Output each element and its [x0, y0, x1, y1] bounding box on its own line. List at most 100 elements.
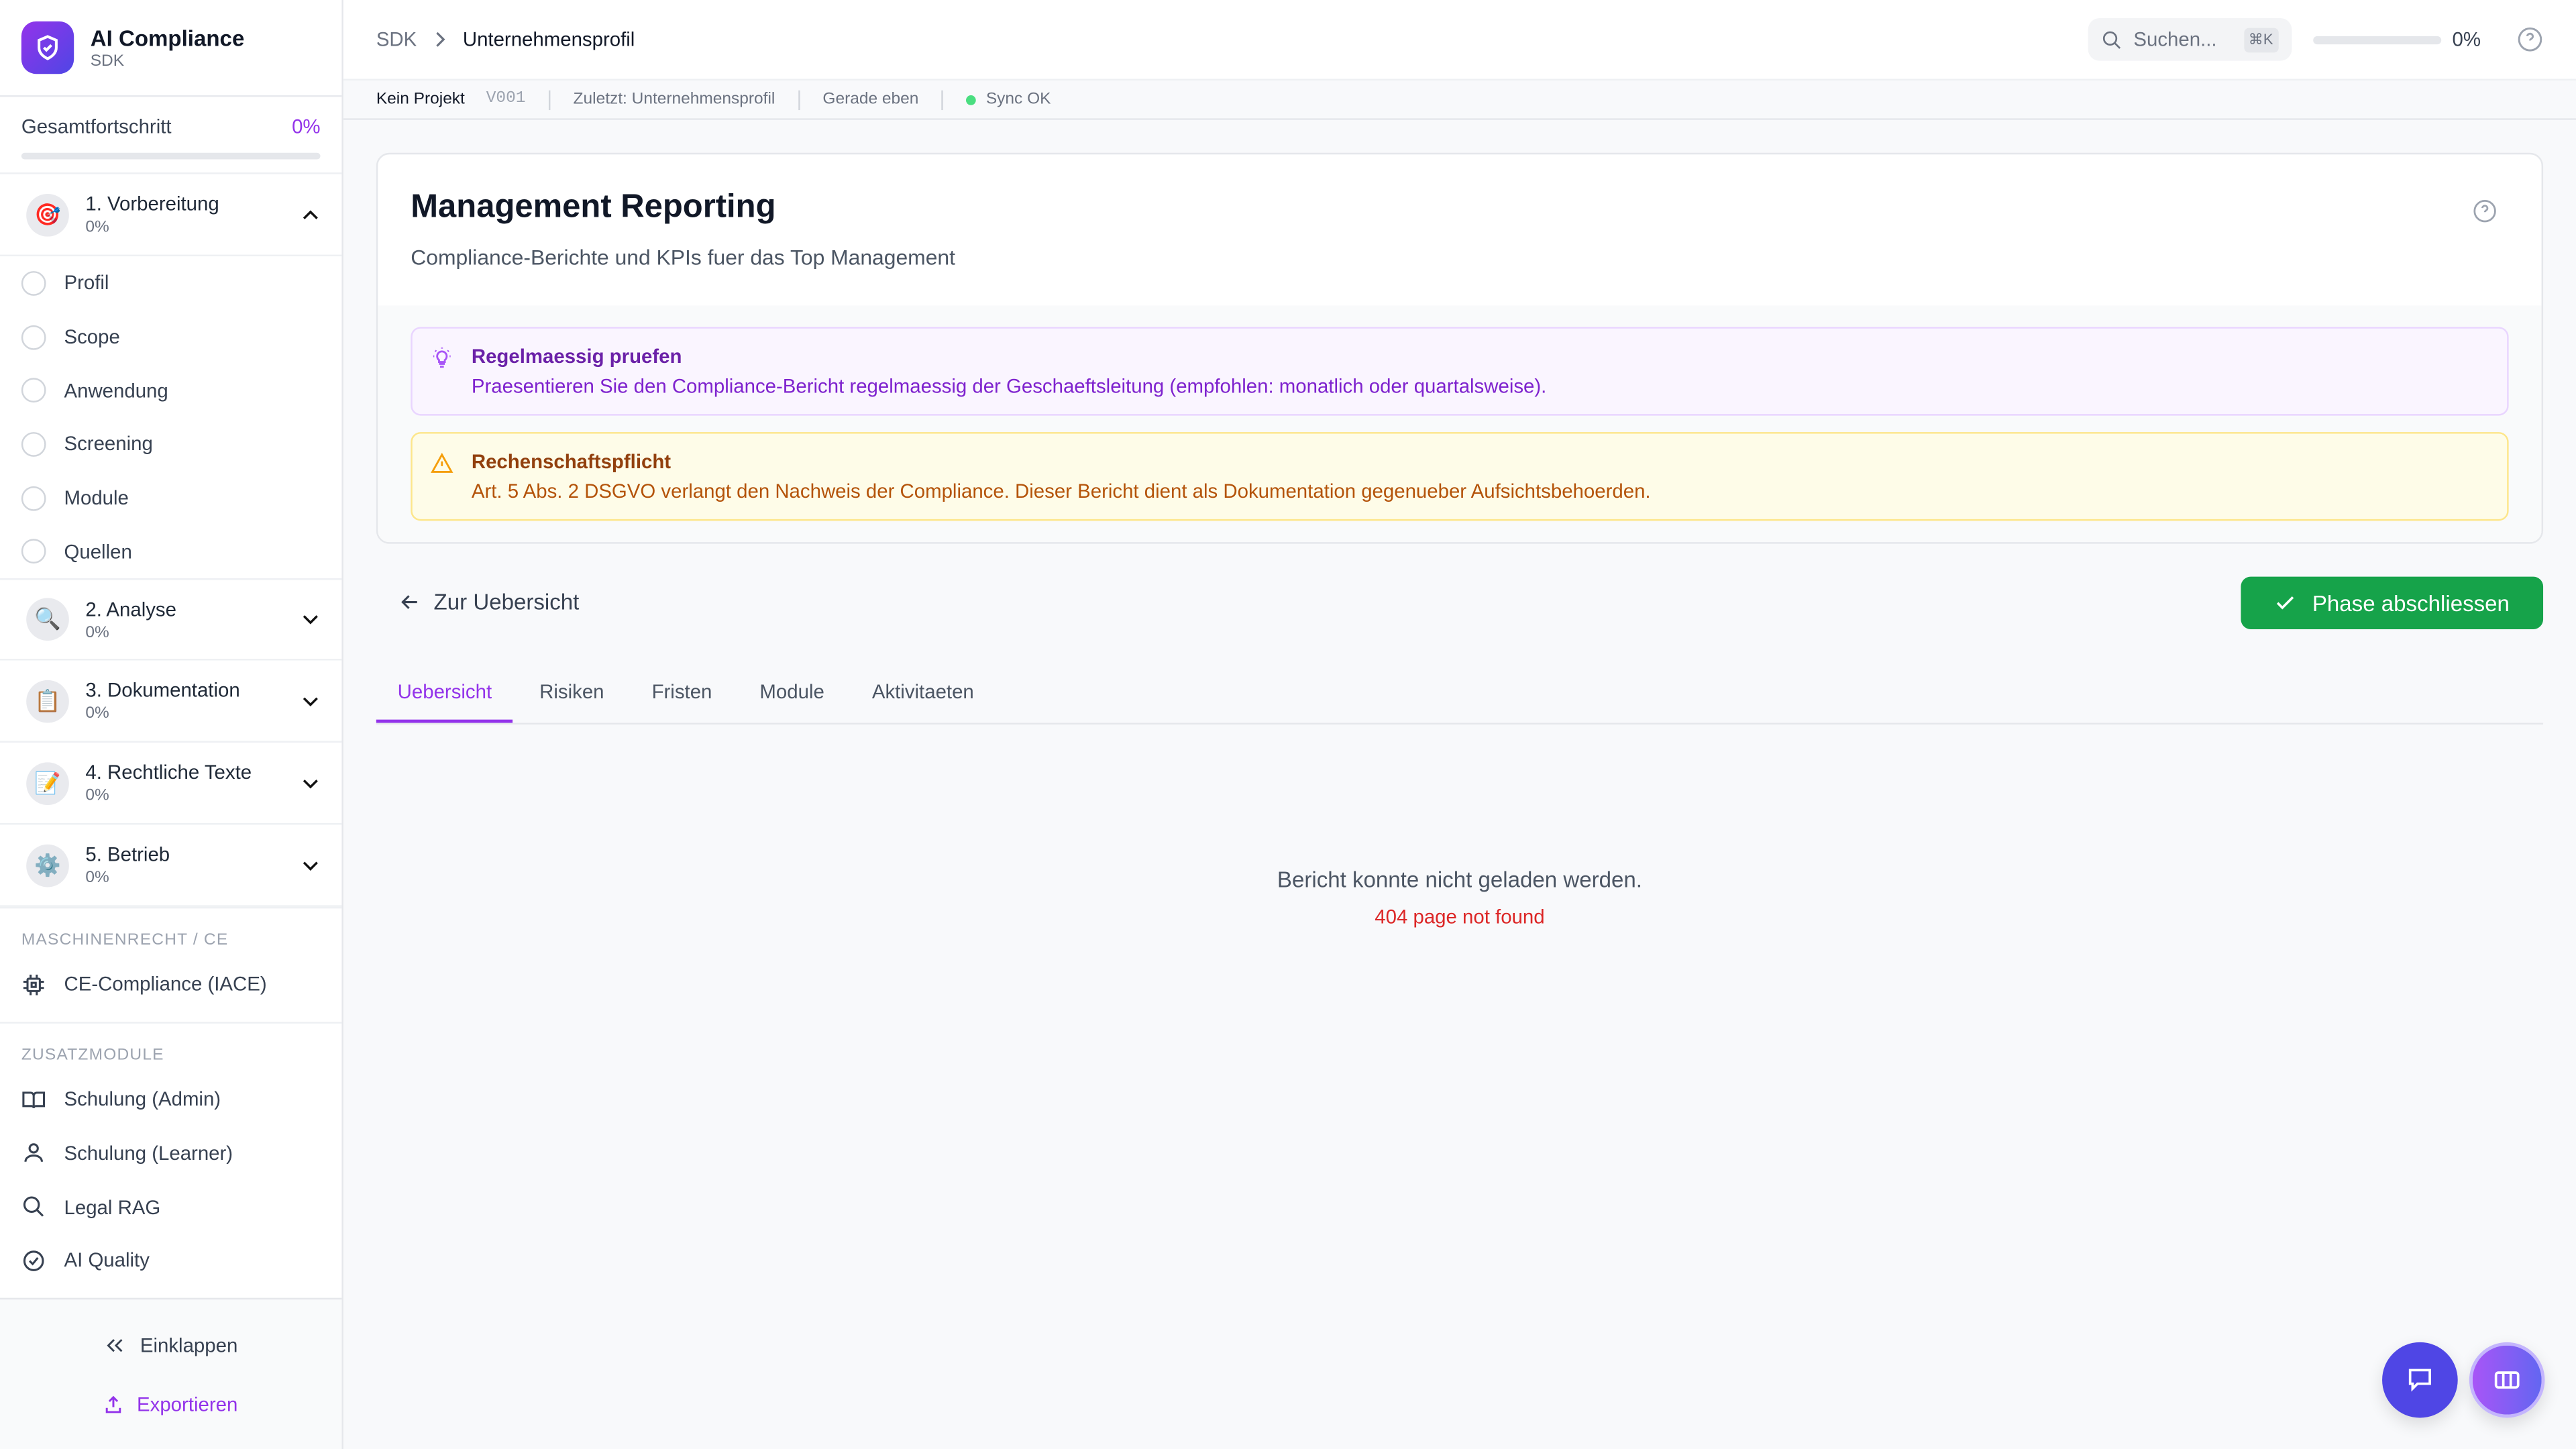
panel-toggle-button[interactable]: [2469, 1342, 2545, 1418]
last-saved: Gerade eben: [822, 90, 919, 109]
user-icon: [24, 1144, 43, 1163]
error-message: Bericht konnte nicht geladen werden.: [1277, 867, 1642, 892]
alert-title: Rechenschaftspflicht: [471, 450, 672, 474]
circle-icon: [21, 539, 46, 564]
header-progress-value: 0%: [2452, 28, 2481, 51]
last-step: Zuletzt: Unternehmensprofil: [573, 90, 775, 109]
divider: [548, 89, 551, 109]
phase-2[interactable]: 🔍 2. Analyse 0%: [0, 578, 342, 661]
arrow-left-icon: [401, 595, 417, 609]
search-input[interactable]: Suchen... ⌘K: [2087, 17, 2292, 61]
phase-pct: 0%: [85, 869, 109, 888]
back-to-overview-link[interactable]: Zur Uebersicht: [398, 590, 580, 614]
phase-4[interactable]: 📝 4. Rechtliche Texte 0%: [0, 743, 342, 825]
warning-alert: Rechenschaftspflicht Art. 5 Abs. 2 DSGVO…: [411, 432, 2509, 521]
sidebar-item-legal-rag[interactable]: Legal RAG: [0, 1180, 341, 1234]
columns-icon: [2494, 1371, 2520, 1389]
chevron-down-icon: [303, 779, 318, 788]
search-icon: [23, 1196, 44, 1217]
search-icon: [2102, 30, 2121, 48]
help-icon[interactable]: [2517, 26, 2543, 52]
tab-bar: Uebersicht Risiken Fristen Module Aktivitaet…: [376, 663, 2544, 725]
collapse-button[interactable]: Einklappen: [0, 1316, 341, 1375]
phase-label: 2. Analyse: [85, 597, 176, 621]
page-header-card: Management Reporting Compliance-Berichte…: [376, 152, 2544, 544]
step-screening[interactable]: Screening: [0, 417, 341, 471]
breadcrumb-root[interactable]: SDK: [376, 28, 417, 51]
section-addons: ZUSATZMODULE: [0, 1021, 342, 1073]
status-bar: Kein Projekt V001 Zuletzt: Unternehmensp…: [343, 80, 2576, 120]
step-label: Screening: [64, 433, 153, 456]
alert-body: Art. 5 Abs. 2 DSGVO verlangt den Nachwei…: [471, 480, 1651, 503]
gear-icon: ⚙️: [26, 843, 69, 887]
step-module[interactable]: Module: [0, 471, 341, 525]
shortcut-badge: ⌘K: [2243, 27, 2278, 52]
chat-bubble-icon: [2408, 1368, 2431, 1392]
app-title: AI Compliance: [90, 25, 245, 50]
chevron-down-icon: [303, 696, 318, 706]
progress-value: 0%: [292, 115, 321, 138]
shield-check-icon: [21, 21, 74, 74]
tab-fristen[interactable]: Fristen: [631, 663, 734, 722]
app-subtitle: SDK: [90, 52, 125, 70]
sidebar: AI Compliance SDK Gesamtfortschritt 0% 🎯 1.…: [0, 0, 343, 1449]
chat-button[interactable]: [2382, 1342, 2458, 1418]
tab-uebersicht[interactable]: Uebersicht: [376, 663, 513, 723]
breadcrumb: SDK Unternehmensprofil: [376, 28, 635, 51]
alert-body: Praesentieren Sie den Compliance-Bericht…: [471, 374, 1547, 398]
phase-label: 3. Dokumentation: [85, 678, 240, 702]
chevron-up-icon: [303, 209, 318, 219]
complete-label: Phase abschliessen: [2312, 590, 2510, 616]
step-label: Profil: [64, 271, 109, 295]
item-label: Legal RAG: [64, 1195, 161, 1219]
lightbulb-icon: [433, 347, 451, 368]
chevron-right-icon: [435, 32, 445, 47]
step-anwendung[interactable]: Anwendung: [0, 364, 341, 417]
breadcrumb-current: Unternehmensprofil: [462, 28, 635, 51]
item-label: Schulung (Learner): [64, 1141, 233, 1165]
overall-progress: Gesamtfortschritt 0%: [0, 97, 342, 174]
sidebar-item-ce[interactable]: CE-Compliance (IACE): [0, 958, 341, 1012]
search-placeholder: Suchen...: [2133, 28, 2217, 51]
help-icon[interactable]: [2473, 199, 2498, 223]
chevrons-left-icon: [107, 1339, 123, 1352]
sidebar-item-schulung-learner[interactable]: Schulung (Learner): [0, 1126, 341, 1180]
sidebar-item-schulung-admin[interactable]: Schulung (Admin): [0, 1073, 341, 1126]
sidebar-footer: Einklappen Exportieren: [0, 1297, 342, 1449]
upload-icon: [106, 1395, 122, 1413]
phase-vorbereitung[interactable]: 🎯 1. Vorbereitung 0%: [0, 174, 342, 257]
phase-5[interactable]: ⚙️ 5. Betrieb 0%: [0, 825, 342, 908]
item-label: Schulung (Admin): [64, 1087, 221, 1111]
circle-icon: [21, 378, 46, 403]
tab-aktivitaeten[interactable]: Aktivitaeten: [851, 663, 996, 722]
brand: AI Compliance SDK: [0, 0, 342, 97]
progress-label: Gesamtfortschritt: [21, 115, 172, 138]
circle-icon: [21, 270, 46, 296]
phase-3[interactable]: 📋 3. Dokumentation 0%: [0, 661, 342, 743]
circle-icon: [21, 431, 46, 457]
tab-module[interactable]: Module: [739, 663, 846, 722]
phase-label: 5. Betrieb: [85, 843, 170, 866]
complete-phase-button[interactable]: Phase abschliessen: [2241, 576, 2544, 629]
back-label: Zur Uebersicht: [433, 590, 580, 614]
item-label: AI Quality: [64, 1248, 150, 1273]
phase-pct: 0%: [85, 218, 109, 237]
step-scope[interactable]: Scope: [0, 310, 341, 364]
step-quellen[interactable]: Quellen: [0, 525, 341, 578]
step-label: Quellen: [64, 540, 132, 564]
sync-dot-icon: [966, 94, 977, 105]
version-label: V001: [486, 90, 526, 109]
check-icon: [2277, 596, 2295, 610]
tab-risiken[interactable]: Risiken: [518, 663, 625, 722]
step-profil[interactable]: Profil: [0, 256, 341, 310]
chevron-down-icon: [303, 615, 318, 625]
circle-icon: [21, 324, 46, 350]
progress-bar: [21, 152, 321, 160]
export-button[interactable]: Exportieren: [0, 1375, 341, 1434]
project-name: Kein Projekt: [376, 90, 465, 109]
page-description: Compliance-Berichte und KPIs fuer das To…: [411, 244, 955, 270]
divider: [798, 89, 800, 109]
error-state: Bericht konnte nicht geladen werden. 404…: [376, 867, 2543, 928]
phase-label: 1. Vorbereitung: [85, 192, 219, 215]
sidebar-item-ai-quality[interactable]: AI Quality: [0, 1234, 341, 1287]
